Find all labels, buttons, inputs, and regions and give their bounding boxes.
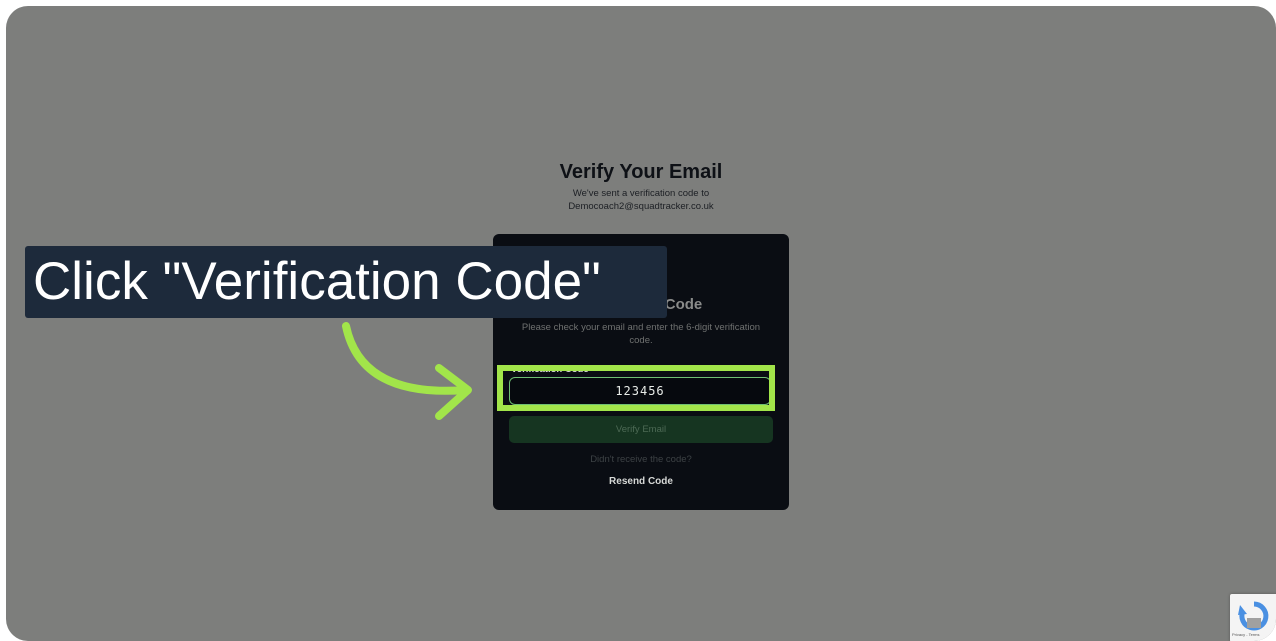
verify-email-button[interactable]: Verify Email <box>509 416 773 443</box>
pointer-arrow-icon <box>342 322 472 420</box>
verification-sent-text: We've sent a verification code to <box>572 188 710 199</box>
card-description: Please check your email and enter the 6-… <box>521 322 761 346</box>
instruction-tooltip: Click "Verification Code" <box>25 246 667 318</box>
page-backdrop: Verify Your Email We've sent a verificat… <box>6 6 1276 641</box>
didnt-receive-text: Didn't receive the code? <box>590 454 692 465</box>
recaptcha-terms[interactable]: Privacy - Terms <box>1232 632 1259 637</box>
highlight-box <box>497 365 775 411</box>
page-title: Verify Your Email <box>559 161 723 183</box>
resend-code-button[interactable]: Resend Code <box>493 476 789 487</box>
email-address: Democoach2@squadtracker.co.uk <box>568 201 714 212</box>
recaptcha-badge[interactable]: Privacy - Terms <box>1230 594 1276 641</box>
